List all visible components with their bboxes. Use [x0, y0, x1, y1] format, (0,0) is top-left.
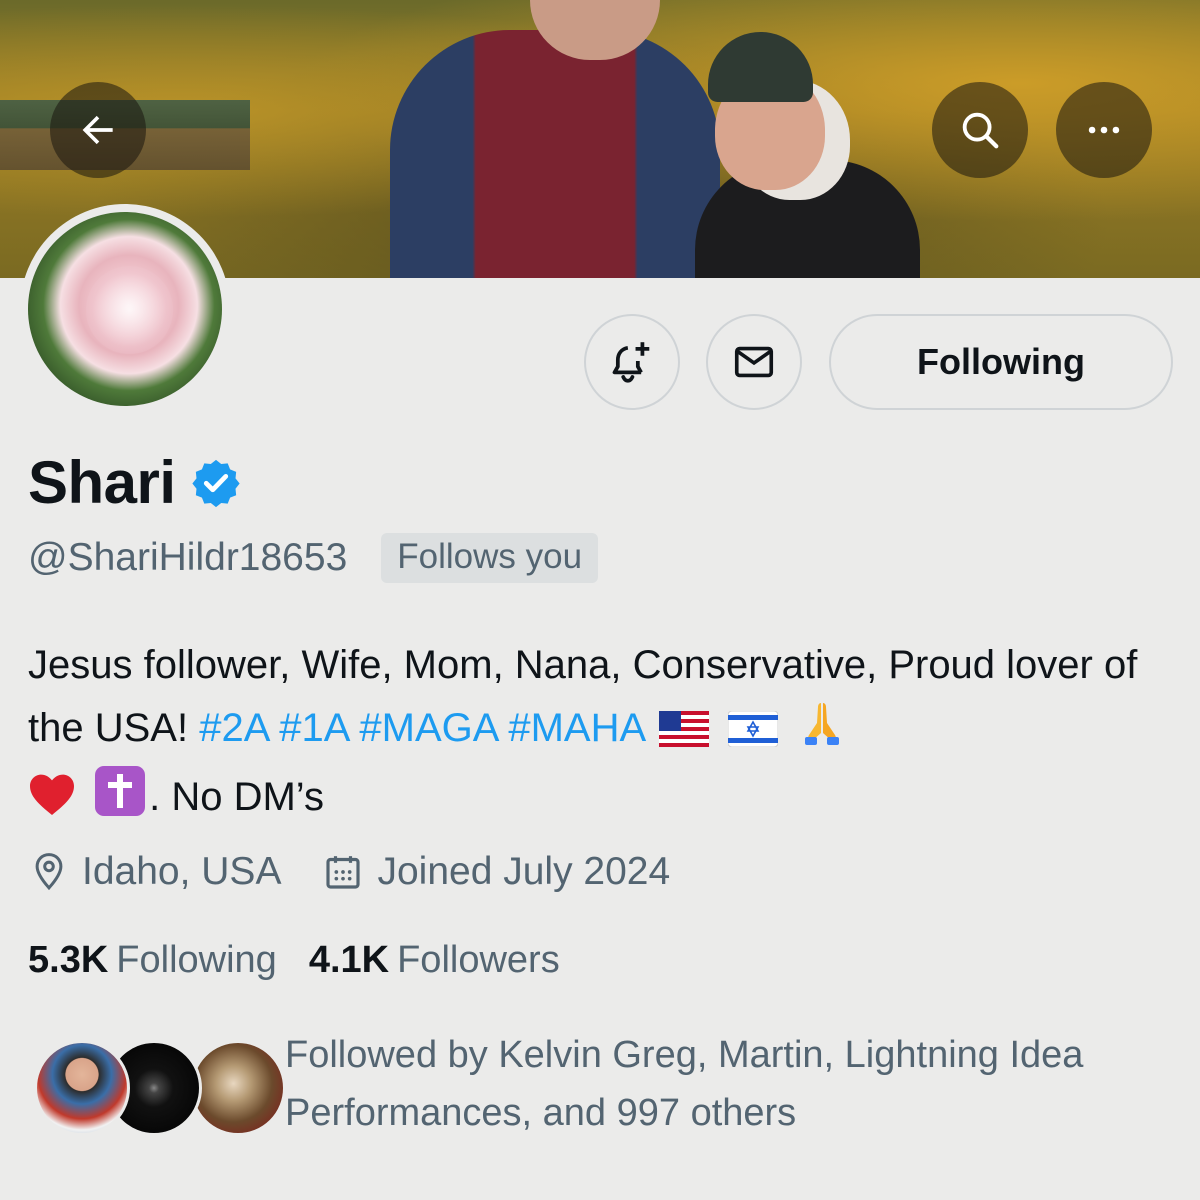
profile-avatar[interactable] [20, 204, 230, 414]
handle-row: @ShariHildr18653 Follows you [28, 530, 599, 586]
banner-person-man [390, 30, 720, 278]
following-label: Following [116, 938, 277, 981]
latin-cross-icon [95, 766, 146, 835]
profile-bio: Jesus follower, Wife, Mom, Nana, Conserv… [28, 634, 1168, 835]
more-horizontal-icon [1088, 126, 1120, 134]
hashtag-link[interactable]: #2A [199, 706, 268, 750]
hashtag-link[interactable]: #MAGA [359, 706, 497, 750]
joined-item: Joined July 2024 [323, 850, 670, 894]
handle: @ShariHildr18653 [28, 536, 348, 579]
following-stat-link[interactable]: 5.3K Following [28, 939, 277, 982]
search-icon [962, 112, 999, 149]
notifications-button[interactable] [584, 314, 680, 410]
us-flag-icon [659, 703, 710, 766]
joined-text: Joined July 2024 [377, 850, 671, 893]
banner-person-woman [695, 160, 920, 278]
search-button[interactable] [932, 82, 1028, 178]
calendar-icon [326, 856, 361, 889]
name-row: Shari [28, 446, 242, 518]
avatar [190, 1040, 286, 1136]
location-item: Idaho, USA [30, 850, 281, 894]
banner-woman-cap [708, 32, 813, 102]
bell-plus-icon [612, 342, 650, 383]
followers-stat-link[interactable]: 4.1K Followers [309, 939, 560, 982]
following-button[interactable]: Following [829, 314, 1173, 410]
hashtag-link[interactable]: #MAHA [508, 706, 644, 750]
red-heart-icon [28, 772, 76, 835]
more-options-button[interactable] [1056, 82, 1152, 178]
profile-meta: Idaho, USA Joined July 2024 [30, 842, 712, 902]
following-count: 5.3K [28, 938, 109, 981]
follows-you-badge: Follows you [381, 533, 599, 583]
avatar [34, 1040, 130, 1136]
hashtag-link[interactable]: #1A [279, 706, 348, 750]
follow-stats: 5.3K Following 4.1K Followers [28, 930, 592, 990]
followed-by-text[interactable]: Followed by Kelvin Greg, Martin, Lightni… [285, 1026, 1175, 1142]
message-button[interactable] [706, 314, 802, 410]
avatar-image [28, 212, 222, 406]
location-pin-icon [35, 853, 63, 891]
bio-tail: . No DM’s [149, 775, 324, 819]
verified-badge-icon [190, 456, 242, 508]
arrow-left-icon [82, 115, 113, 145]
israel-flag-icon [727, 703, 779, 766]
followers-label: Followers [397, 938, 560, 981]
mutual-followers-avatars[interactable] [34, 1040, 286, 1140]
location-text: Idaho, USA [82, 850, 282, 893]
followers-count: 4.1K [308, 938, 390, 981]
envelope-icon [734, 346, 774, 378]
back-button[interactable] [50, 82, 146, 178]
display-name: Shari [28, 448, 176, 516]
praying-hands-icon [797, 697, 847, 766]
